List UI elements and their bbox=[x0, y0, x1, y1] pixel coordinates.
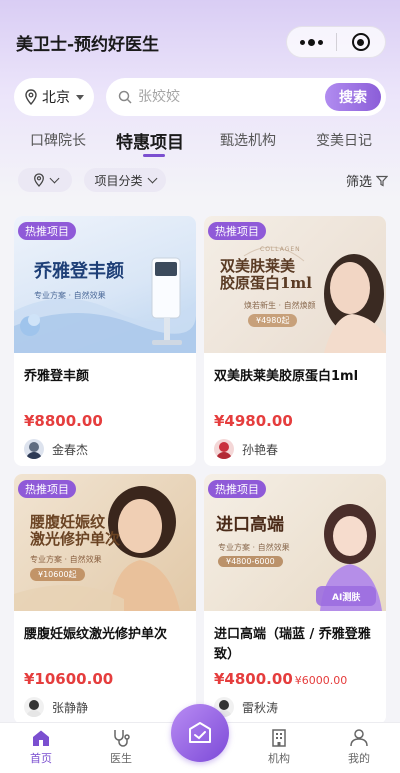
location-pin-icon bbox=[33, 173, 44, 187]
image-subtitle: 焕若新生 · 自然焕颜 bbox=[244, 301, 316, 310]
category-filter[interactable]: 项目分类 bbox=[84, 168, 166, 192]
close-mini-program-icon[interactable] bbox=[337, 33, 385, 51]
home-icon bbox=[33, 730, 49, 746]
search-icon bbox=[118, 90, 132, 104]
hot-tag: 热推项目 bbox=[18, 480, 76, 498]
tab-doctors-label: 医生 bbox=[110, 752, 132, 765]
screen-filter-label: 筛选 bbox=[345, 175, 372, 190]
more-icon[interactable] bbox=[287, 38, 336, 46]
tab-home[interactable]: 首页 bbox=[11, 729, 71, 766]
doctor-avatar bbox=[214, 439, 234, 459]
product-card[interactable]: 进口高端 专业方案 · 自然效果 ¥4800-6000 AI测肤 热推项目 进口… bbox=[204, 474, 386, 724]
tab-selected-institutions[interactable]: 甄选机构 bbox=[220, 130, 276, 150]
image-subtitle: 专业方案 · 自然效果 bbox=[30, 555, 102, 564]
funnel-icon bbox=[376, 175, 388, 186]
product-name: 双美肤莱美胶原蛋白1ml bbox=[214, 369, 359, 384]
building-icon bbox=[272, 729, 286, 747]
person-icon bbox=[350, 729, 368, 747]
screen-filter-button[interactable]: 筛选 bbox=[346, 171, 388, 190]
hot-tag: 热推项目 bbox=[208, 222, 266, 240]
product-price: ¥10600.00 bbox=[24, 670, 114, 688]
product-card[interactable]: 腰腹妊娠纹 激光修护单次 专业方案 · 自然效果 ¥10600起 热推项目 腰腹… bbox=[14, 474, 196, 724]
hot-tag: 热推项目 bbox=[18, 222, 76, 240]
category-tabs: 口碑院长 特惠项目 甄选机构 变美日记 bbox=[0, 126, 400, 160]
product-card[interactable]: COLLAGEN 双美肤莱美 胶原蛋白1ml 焕若新生 · 自然焕颜 ¥4980… bbox=[204, 216, 386, 466]
search-button[interactable]: 搜索 bbox=[325, 83, 381, 111]
search-input[interactable] bbox=[138, 89, 298, 105]
search-row: 北京 搜索 bbox=[14, 78, 386, 118]
search-box: 搜索 bbox=[106, 78, 386, 116]
city-label: 北京 bbox=[42, 90, 70, 106]
product-price: ¥8800.00 bbox=[24, 412, 103, 430]
tab-home-label: 首页 bbox=[30, 752, 52, 765]
doctor-info[interactable]: 孙艳春 bbox=[214, 438, 278, 460]
tab-special-offers[interactable]: 特惠项目 bbox=[116, 128, 184, 153]
image-headline: 乔雅登丰颜 bbox=[34, 261, 124, 282]
mini-program-capsule bbox=[286, 26, 386, 58]
ai-diary-icon bbox=[189, 722, 211, 743]
image-price-chip: ¥4800-6000 bbox=[218, 556, 283, 567]
tab-beauty-diary[interactable]: 变美日记 bbox=[316, 130, 372, 150]
product-price: ¥4980.00 bbox=[214, 412, 293, 430]
doctor-name: 张静静 bbox=[52, 700, 89, 715]
caret-down-icon bbox=[76, 94, 84, 100]
doctor-info[interactable]: 雷秋涛 bbox=[214, 696, 278, 718]
city-selector[interactable]: 北京 bbox=[14, 78, 94, 116]
image-subtitle: 专业方案 · 自然效果 bbox=[218, 543, 290, 552]
chevron-down-icon bbox=[49, 173, 59, 183]
tab-mine[interactable]: 我的 bbox=[329, 729, 389, 766]
ai-skin-test-badge: AI测肤 bbox=[332, 593, 361, 603]
location-pin-icon bbox=[25, 89, 37, 105]
image-headline: 腰腹妊娠纹 激光修护单次 bbox=[30, 513, 121, 549]
tab-doctors[interactable]: 医生 bbox=[91, 729, 151, 766]
image-headline: 双美肤莱美 胶原蛋白1ml bbox=[220, 257, 313, 293]
image-price-chip: ¥10600起 bbox=[30, 568, 85, 581]
doctor-name: 孙艳春 bbox=[242, 442, 279, 457]
doctor-name: 雷秋涛 bbox=[242, 700, 279, 715]
original-price: ¥6000.00 bbox=[294, 674, 348, 687]
app-title: 美卫士-预约好医生 bbox=[16, 35, 160, 55]
chevron-down-icon bbox=[147, 173, 157, 183]
product-price: ¥4800.00 ¥6000.00 bbox=[214, 670, 348, 688]
category-filter-label: 项目分类 bbox=[94, 173, 143, 188]
image-headline: 进口高端 bbox=[216, 515, 284, 535]
active-tab-indicator bbox=[143, 154, 165, 157]
top-bar: 美卫士-预约好医生 bbox=[0, 0, 400, 80]
product-name: 乔雅登丰颜 bbox=[24, 369, 90, 384]
filter-bar: 项目分类 筛选 bbox=[0, 168, 400, 194]
tab-reputation-director[interactable]: 口碑院长 bbox=[30, 130, 86, 150]
location-filter[interactable] bbox=[18, 168, 72, 192]
tab-institutions[interactable]: 机构 bbox=[249, 729, 309, 766]
doctor-info[interactable]: 金春杰 bbox=[24, 438, 88, 460]
doctor-info[interactable]: 张静静 bbox=[24, 696, 88, 718]
product-name: 进口高端（瑞蓝 / 乔雅登雅致） bbox=[214, 627, 371, 662]
hot-tag: 热推项目 bbox=[208, 480, 266, 498]
image-price-chip: ¥4980起 bbox=[248, 314, 298, 327]
tab-mine-label: 我的 bbox=[348, 752, 370, 765]
product-name: 腰腹妊娠纹激光修护单次 bbox=[24, 627, 168, 642]
doctor-name: 金春杰 bbox=[52, 442, 89, 457]
doctor-avatar bbox=[24, 697, 44, 717]
doctor-avatar bbox=[24, 439, 44, 459]
tab-institutions-label: 机构 bbox=[268, 752, 290, 765]
image-brand: COLLAGEN bbox=[260, 246, 301, 253]
product-card[interactable]: 乔雅登丰颜 专业方案 · 自然效果 热推项目 乔雅登丰颜 ¥8800.00 金春… bbox=[14, 216, 196, 466]
image-subtitle: 专业方案 · 自然效果 bbox=[34, 291, 106, 300]
center-action-button[interactable] bbox=[171, 704, 229, 762]
stethoscope-icon bbox=[114, 730, 130, 747]
